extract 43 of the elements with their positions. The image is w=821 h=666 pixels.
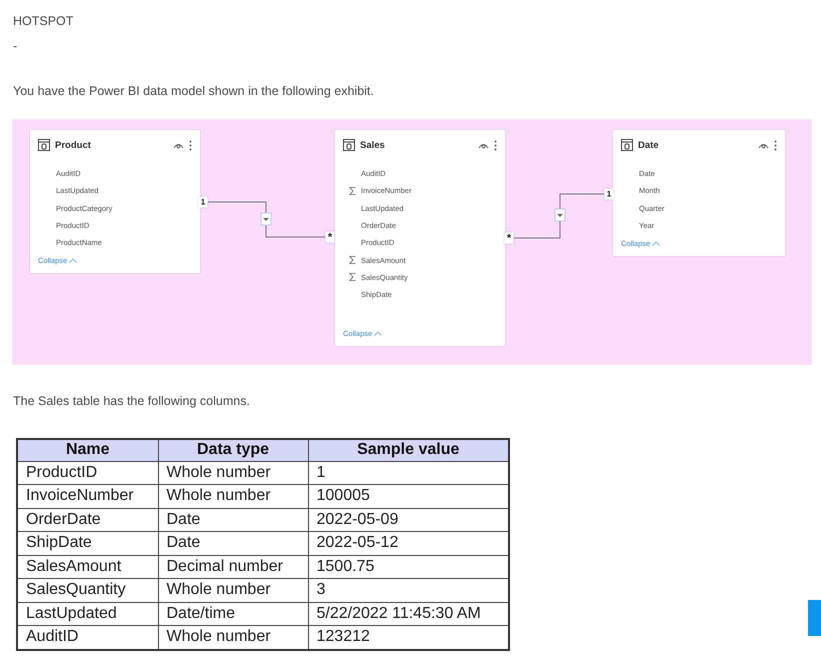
table-cell: SalesAmount [17,555,158,578]
eye-icon[interactable] [173,142,184,148]
chevron-up-icon [69,258,78,263]
table-cell: Whole number [158,484,308,508]
table-cell: Date [158,532,308,555]
table-cell: OrderDate [17,508,158,532]
table-cell: Whole number [158,461,308,484]
table-cell: SalesQuantity [17,578,158,602]
more-icon[interactable] [189,140,192,150]
column-header: Data type [158,439,308,461]
more-icon[interactable] [494,140,497,150]
table-cell: LastUpdated [17,602,158,626]
table-cell: Whole number [158,578,308,602]
sigma-icon [348,186,356,195]
cardinality-label: 1 [198,196,208,208]
cardinality-label: * [504,232,514,244]
relationship-connector-drawing[interactable] [208,202,326,238]
column-header: Sample value [308,439,509,461]
eye-icon[interactable] [758,142,769,148]
eye-icon[interactable] [478,142,489,148]
table-cell: ShipDate [17,532,158,555]
table-cell: Date [158,508,308,532]
chevron-up-icon [374,331,382,336]
table-icon [38,139,50,151]
table-intro-text: The Sales table has the following columns. [13,393,250,409]
cardinality-label: 1 [604,188,614,200]
table-title: Sales [360,140,386,150]
intro-text: You have the Power BI data model shown in the following exhibit. [13,83,374,99]
column-header: Name [17,439,158,461]
table-icon [621,139,633,151]
table-cell: ProductID [17,461,158,484]
table-cell: Date/time [158,602,308,626]
table-title: Product [55,140,92,150]
table-icon [343,139,355,151]
relationship-connector-drawing[interactable] [514,194,604,238]
table-cell: InvoiceNumber [17,484,158,508]
heading: HOTSPOT [13,13,74,29]
cardinality-label: * [326,232,334,242]
more-icon[interactable] [774,140,777,150]
chevron-up-icon [652,241,660,246]
table-title: Date [638,140,660,150]
separator: - [13,38,18,54]
table-cell: Decimal number [158,555,308,578]
